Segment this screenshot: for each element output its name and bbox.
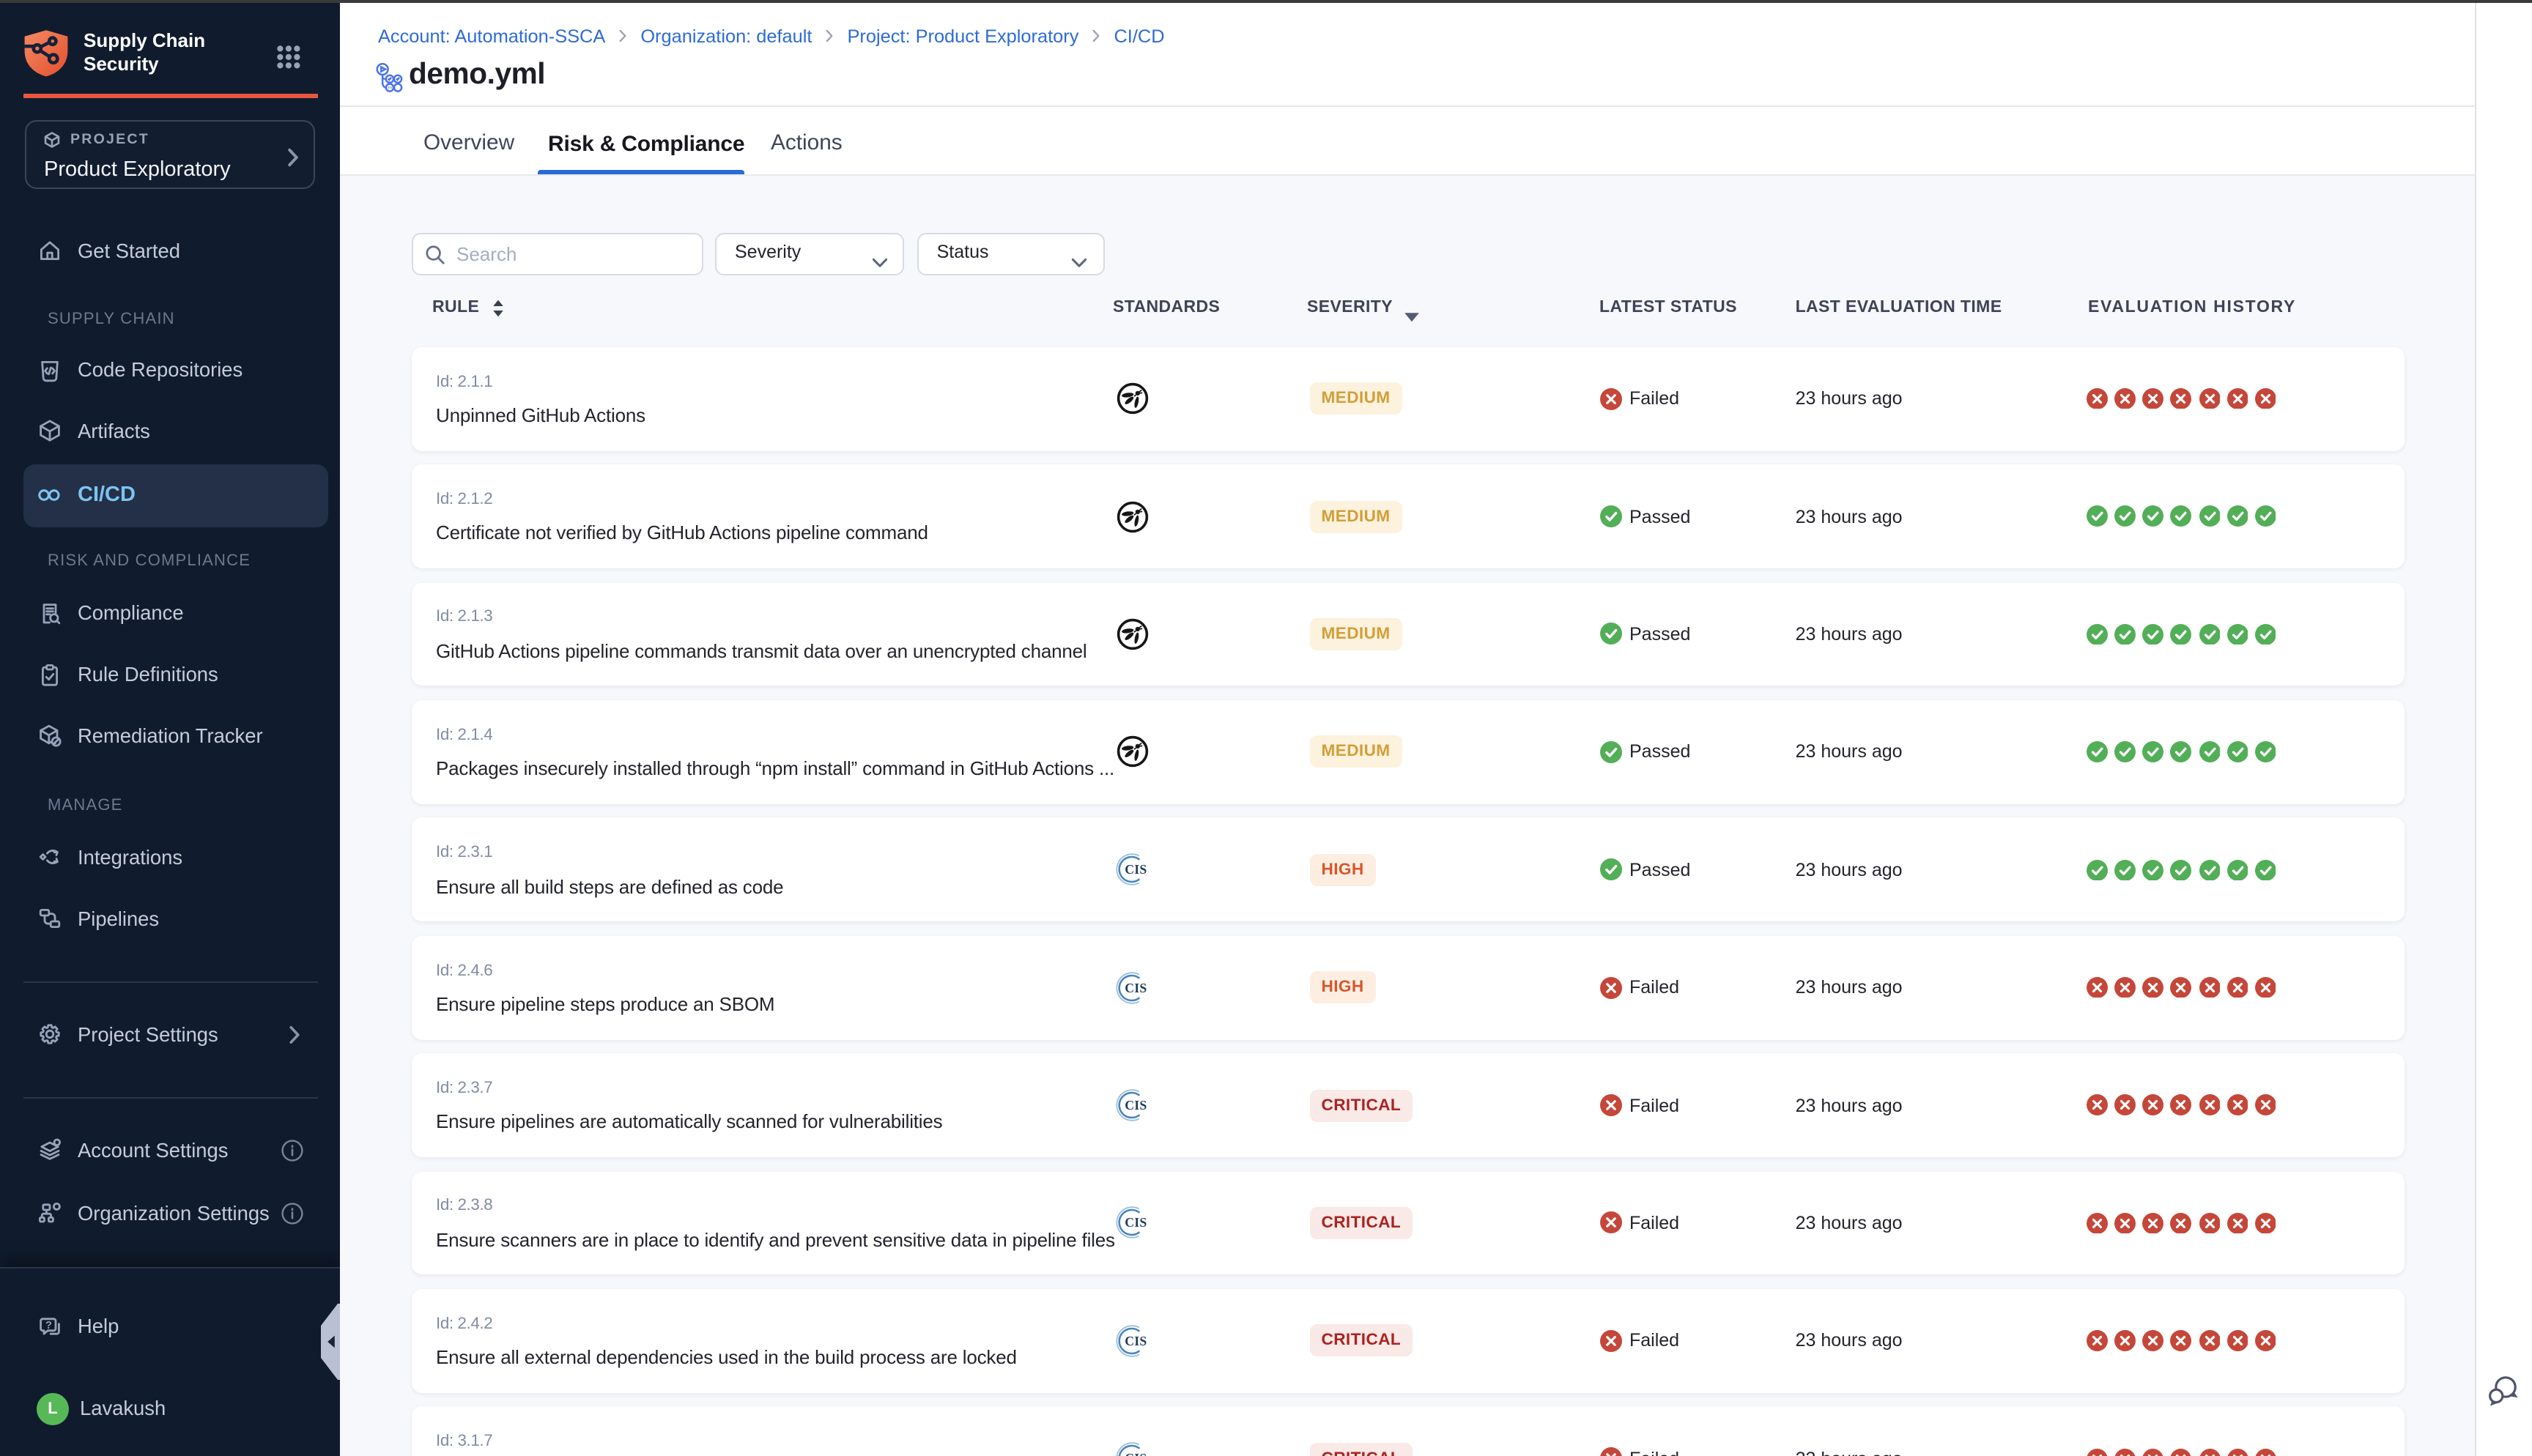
svg-text:?: ? [45,1319,52,1331]
svg-text:CIS: CIS [1124,981,1146,995]
svg-text:CIS: CIS [1124,1216,1146,1230]
svg-text:CIS: CIS [1124,863,1146,877]
svg-text:CIS: CIS [1124,1098,1146,1113]
svg-text:CIS: CIS [1124,1334,1146,1348]
svg-text:CIS: CIS [1124,1452,1146,1456]
